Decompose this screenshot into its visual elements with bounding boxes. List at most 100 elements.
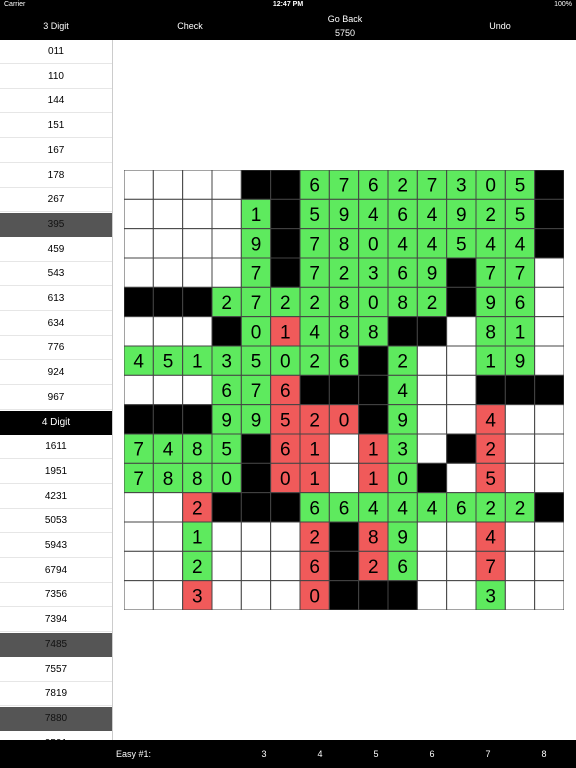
grid-cell[interactable] — [416, 580, 448, 610]
grid-cell[interactable] — [446, 404, 477, 435]
grid-cell[interactable] — [152, 374, 184, 406]
grid-cell[interactable] — [124, 170, 154, 200]
puzzle-grid-svg[interactable]: 6 7 6 2 7 3 0 51 5 9 4 6 4 9 2 59 7 8 0 4 4 5 4 47 7 2 3 6 9 7 72 7 2 2 8 0… — [124, 170, 564, 610]
grid-cell[interactable] — [124, 228, 154, 259]
grid-cell[interactable] — [534, 345, 564, 376]
undo-button[interactable]: Undo — [460, 12, 540, 40]
word-list-item[interactable]: 543 — [0, 262, 112, 287]
grid-cell[interactable] — [240, 550, 272, 582]
grid-cell[interactable] — [446, 521, 477, 552]
grid-cell[interactable] — [152, 228, 184, 259]
grid-cell[interactable] — [504, 521, 536, 552]
grid-cell[interactable] — [124, 374, 154, 406]
length-filter-3[interactable]: 3 — [254, 740, 274, 768]
grid-cell[interactable] — [504, 433, 536, 464]
word-list-item[interactable]: 924 — [0, 361, 112, 386]
grid-cell[interactable] — [416, 550, 448, 582]
length-filter-5[interactable]: 5 — [366, 740, 386, 768]
grid-cell[interactable] — [182, 374, 213, 406]
grid-cell[interactable] — [446, 462, 477, 494]
word-list-item[interactable]: 110 — [0, 65, 112, 89]
word-list-item[interactable]: 011 — [0, 40, 112, 64]
grid-cell[interactable] — [416, 433, 448, 464]
grid-cell[interactable] — [182, 228, 213, 259]
grid-cell[interactable] — [446, 316, 477, 347]
grid-cell[interactable] — [240, 521, 272, 552]
grid-cell[interactable] — [211, 257, 242, 288]
word-list-item[interactable]: 6794 — [0, 559, 112, 583]
length-filter-6[interactable]: 6 — [422, 740, 442, 768]
grid-cell[interactable] — [446, 550, 477, 582]
word-list-item[interactable]: 167 — [0, 139, 112, 163]
word-list-item[interactable]: 5943 — [0, 534, 112, 558]
grid-cell[interactable] — [446, 374, 477, 406]
grid-cell[interactable] — [534, 462, 564, 494]
grid-cell[interactable] — [152, 257, 184, 288]
grid-cell[interactable] — [124, 257, 154, 288]
grid-cell[interactable] — [416, 404, 448, 435]
grid-cell[interactable] — [152, 550, 184, 582]
grid-cell[interactable] — [416, 374, 448, 406]
grid-cell[interactable] — [534, 286, 564, 318]
grid-cell[interactable] — [534, 257, 564, 288]
grid-cell[interactable] — [152, 198, 184, 230]
grid-cell[interactable] — [182, 316, 213, 347]
grid-cell[interactable] — [152, 170, 184, 200]
grid-cell[interactable] — [270, 521, 301, 552]
grid-cell[interactable] — [504, 550, 536, 582]
grid-cell[interactable] — [211, 580, 242, 610]
grid-cell[interactable] — [504, 462, 536, 494]
grid-cell[interactable] — [328, 462, 360, 494]
word-list-item[interactable]: 267 — [0, 188, 112, 213]
word-list-item[interactable]: 634 — [0, 312, 112, 336]
grid-cell[interactable] — [211, 170, 242, 200]
grid-cell[interactable] — [211, 198, 242, 230]
word-list-item[interactable]: 144 — [0, 89, 112, 114]
word-list-item[interactable]: 967 — [0, 386, 112, 410]
grid-cell[interactable] — [182, 170, 213, 200]
grid-cell[interactable] — [240, 580, 272, 610]
grid-cell[interactable] — [211, 550, 242, 582]
word-list-item[interactable]: 7819 — [0, 682, 112, 707]
grid-cell[interactable] — [182, 198, 213, 230]
length-filter-8[interactable]: 8 — [534, 740, 554, 768]
grid-cell[interactable] — [124, 316, 154, 347]
grid-cell[interactable] — [534, 433, 564, 464]
word-list-item[interactable]: 776 — [0, 336, 112, 361]
go-back-button[interactable]: Go Back 5750 — [300, 12, 390, 40]
grid-cell[interactable] — [152, 521, 184, 552]
word-list-item[interactable]: 5053 — [0, 509, 112, 534]
word-list-item[interactable]: 395 — [0, 212, 112, 237]
grid-cell[interactable] — [416, 521, 448, 552]
grid-cell[interactable] — [534, 404, 564, 435]
word-list-item[interactable]: 7356 — [0, 583, 112, 608]
grid-cell[interactable] — [124, 198, 154, 230]
grid-cell[interactable] — [534, 580, 564, 610]
word-list-item[interactable]: 7880 — [0, 706, 112, 731]
grid-cell[interactable] — [124, 492, 154, 523]
word-list-item[interactable]: 7485 — [0, 632, 112, 657]
grid-cell[interactable] — [124, 550, 154, 582]
length-filter-4[interactable]: 4 — [310, 740, 330, 768]
grid-cell[interactable] — [534, 316, 564, 347]
grid-cell[interactable] — [534, 521, 564, 552]
word-list-item[interactable]: 1951 — [0, 460, 112, 484]
length-filter-7[interactable]: 7 — [478, 740, 498, 768]
word-list-item[interactable]: 459 — [0, 238, 112, 262]
grid-cell[interactable] — [446, 345, 477, 376]
grid-cell[interactable] — [124, 580, 154, 610]
grid-cell[interactable] — [270, 550, 301, 582]
word-list-item[interactable]: 1611 — [0, 435, 112, 460]
grid-cell[interactable] — [534, 550, 564, 582]
grid-cell[interactable] — [328, 433, 360, 464]
grid-cell[interactable] — [416, 345, 448, 376]
grid-cell[interactable] — [152, 492, 184, 523]
grid-cell[interactable] — [270, 580, 301, 610]
puzzle-grid[interactable]: 6762730515946492597804454477236977272280… — [124, 170, 564, 610]
grid-cell[interactable] — [211, 521, 242, 552]
grid-cell[interactable] — [124, 521, 154, 552]
grid-cell[interactable] — [211, 228, 242, 259]
word-list-item[interactable]: 4231 — [0, 485, 112, 509]
word-list-item[interactable]: 7557 — [0, 658, 112, 682]
word-list-item[interactable]: 613 — [0, 287, 112, 311]
